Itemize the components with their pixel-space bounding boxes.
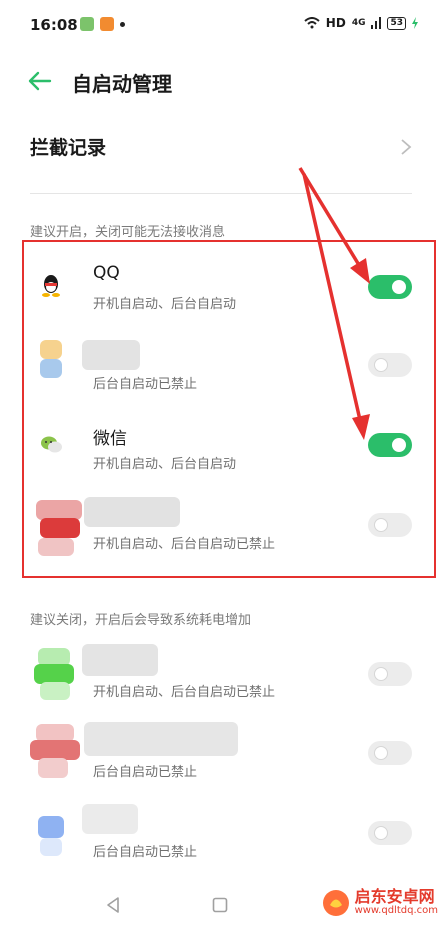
notification-icons [80, 17, 125, 31]
nav-home-icon[interactable] [212, 897, 228, 913]
watermark-logo-icon [322, 890, 349, 916]
section-label-recommend-on: 建议开启，关闭可能无法接收消息 [30, 225, 226, 240]
charging-icon [412, 17, 418, 29]
app-status: 后台自启动已禁止 [93, 845, 198, 860]
app-status: 开机自启动、后台自启动 [93, 297, 237, 312]
autostart-toggle[interactable] [368, 662, 412, 686]
app-name-blurred [84, 722, 238, 756]
app-icon-blurred [36, 500, 82, 556]
autostart-toggle[interactable] [368, 821, 412, 845]
nav-back-icon[interactable] [104, 896, 122, 914]
battery-icon: 53 [387, 16, 406, 30]
signal-type: 4G [351, 18, 366, 28]
app-name-blurred [84, 497, 180, 527]
app-status: 开机自启动、后台自启动已禁止 [93, 537, 276, 552]
app-status: 后台自启动已禁止 [93, 377, 198, 392]
app-name-blurred [82, 804, 138, 834]
app-status: 后台自启动已禁止 [93, 765, 198, 780]
section-label-recommend-off: 建议关闭，开启后会导致系统耗电增加 [30, 613, 252, 628]
qq-app-icon [38, 272, 64, 298]
app-icon-blurred [34, 648, 74, 700]
intercept-record-label: 拦截记录 [30, 137, 107, 159]
signal-icon [371, 17, 382, 29]
page-title: 自启动管理 [72, 72, 172, 96]
app-icon-blurred [40, 340, 62, 378]
app-name: 微信 [93, 429, 127, 449]
watermark-url: www.qdltdq.com [354, 905, 438, 917]
network-type: HD [325, 16, 346, 30]
wechat-app-icon [40, 434, 64, 456]
more-notifications-icon [120, 21, 125, 27]
app-status: 开机自启动、后台自启动 [93, 457, 237, 472]
app-notification-icon [100, 17, 114, 31]
back-arrow-icon[interactable] [26, 68, 52, 94]
app-name-blurred [82, 644, 158, 676]
app-icon-blurred [30, 724, 80, 778]
chevron-right-icon [401, 139, 412, 155]
autostart-toggle[interactable] [368, 513, 412, 537]
app-icon-blurred [38, 816, 64, 856]
status-indicators: HD 4G 53 [304, 16, 418, 30]
app-notification-icon [80, 17, 94, 31]
app-name: QQ [93, 263, 120, 283]
watermark-name: 启东安卓网 [354, 887, 435, 907]
app-status: 开机自启动、后台自启动已禁止 [93, 685, 276, 700]
annotation-arrows [298, 167, 370, 440]
status-time: 16:08 [30, 16, 78, 34]
wifi-icon [304, 17, 320, 29]
watermark: 启东安卓网 www.qdltdq.com [321, 888, 438, 918]
autostart-toggle[interactable] [368, 741, 412, 765]
app-name-blurred [82, 340, 140, 370]
